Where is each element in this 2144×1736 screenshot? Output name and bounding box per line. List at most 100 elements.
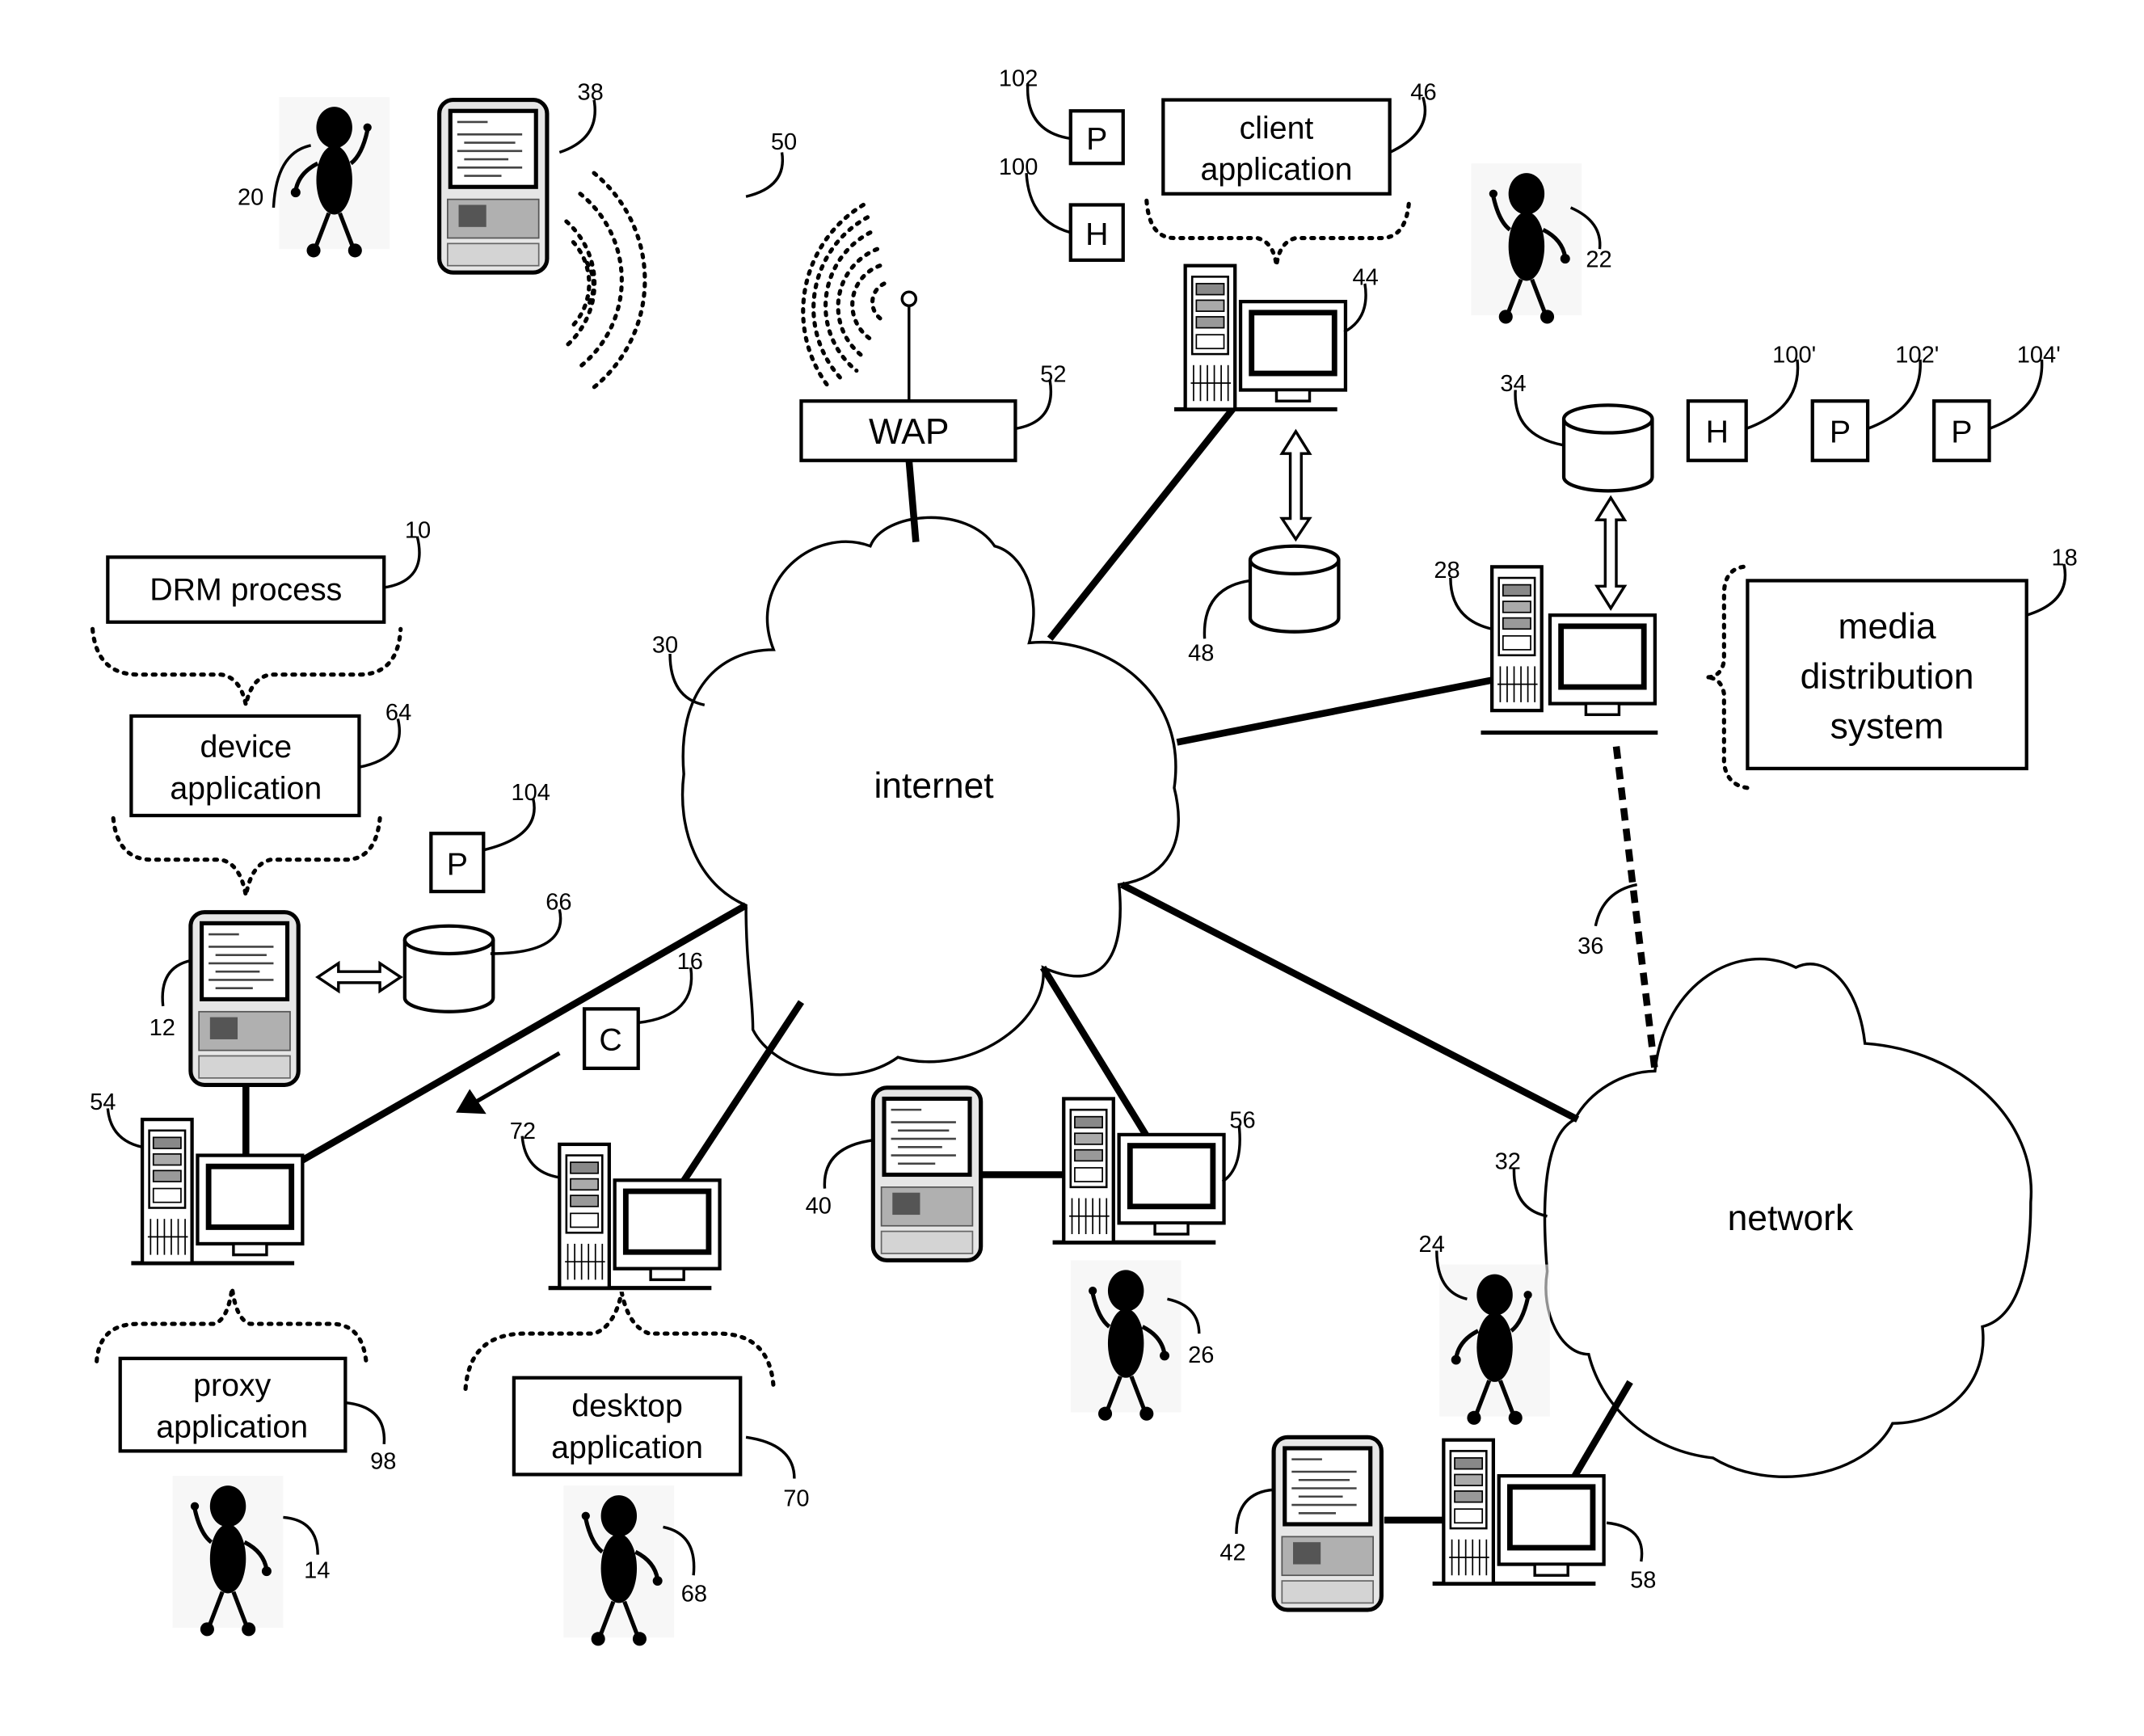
wap-label: WAP (869, 412, 950, 452)
h-letter: H (1706, 415, 1729, 450)
payload-p-104: P (429, 832, 486, 894)
user-24 (1439, 1265, 1550, 1425)
double-arrow-12-66 (315, 960, 403, 994)
ref-48: 48 (1188, 641, 1214, 667)
p-letter: P (1830, 415, 1851, 450)
link-internet-network (1120, 881, 1580, 1123)
ref-54: 54 (90, 1089, 116, 1115)
ref-102: 102 (999, 65, 1038, 91)
proxy-application-line1: proxy (193, 1367, 271, 1403)
computer-44 (1174, 266, 1346, 410)
ref-104-prime: 104' (2017, 342, 2061, 368)
ref-40: 40 (806, 1193, 832, 1219)
server-28 (1481, 567, 1657, 735)
ref-16: 16 (677, 949, 703, 975)
client-application-node: client application (1144, 98, 1412, 267)
portable-device-42 (1274, 1437, 1381, 1610)
device-application-line2: application (170, 771, 322, 807)
header-h-100-prime: H (1686, 399, 1748, 462)
wap-node: WAP (799, 399, 1017, 462)
portable-device-38 (440, 100, 547, 273)
ref-50: 50 (771, 129, 797, 155)
link-computer58-network (1572, 1380, 1633, 1478)
desktop-application-node: desktop application (463, 1291, 776, 1477)
ref-34: 34 (1500, 371, 1526, 397)
client-application-line1: client (1240, 110, 1314, 145)
ref-70: 70 (783, 1486, 809, 1512)
media-line3: system (1830, 706, 1944, 746)
device-application-line1: device (200, 729, 292, 765)
ref-12: 12 (150, 1015, 175, 1041)
ref-58: 58 (1630, 1568, 1656, 1594)
client-application-line2: application (1201, 152, 1353, 188)
ref-64: 64 (385, 700, 411, 726)
media-line2: distribution (1801, 657, 1974, 697)
ref-66: 66 (545, 889, 571, 915)
ref-38: 38 (578, 80, 604, 106)
database-48 (1250, 546, 1338, 632)
p-letter: P (1086, 121, 1107, 157)
network-label: network (1728, 1199, 1854, 1238)
p-letter: P (1951, 415, 1972, 450)
ref-30: 30 (652, 632, 678, 658)
ref-104: 104 (511, 780, 550, 806)
desktop-application-line1: desktop (571, 1388, 683, 1424)
ref-102-prime: 102' (1895, 342, 1939, 368)
media-line1: media (1839, 607, 1936, 647)
ref-68: 68 (681, 1582, 707, 1607)
ref-10: 10 (405, 517, 431, 543)
h-letter: H (1085, 217, 1108, 252)
ref-52: 52 (1040, 361, 1066, 387)
drm-process-label: DRM process (150, 571, 342, 607)
ref-26: 26 (1188, 1342, 1214, 1368)
wireless-signal-waves (564, 171, 887, 390)
drm-process-node: DRM process (90, 555, 403, 706)
link-internet-server28 (1176, 676, 1493, 746)
ref-24: 24 (1419, 1232, 1445, 1258)
drm-system-diagram: internet network WAP client application … (90, 65, 2078, 1736)
user-68 (563, 1485, 674, 1645)
database-66 (405, 926, 493, 1012)
ref-46: 46 (1410, 80, 1436, 106)
ref-42: 42 (1219, 1540, 1245, 1565)
ref-100-prime: 100' (1772, 342, 1816, 368)
payload-p-104-prime: P (1932, 399, 1991, 462)
header-h-100: H (1068, 203, 1125, 262)
ref-22: 22 (1586, 246, 1611, 272)
ref-100: 100 (999, 154, 1038, 180)
payload-p-102-prime: P (1810, 399, 1870, 462)
ref-56: 56 (1229, 1107, 1255, 1133)
ref-18: 18 (2051, 546, 2077, 571)
ref-44: 44 (1353, 265, 1379, 291)
internet-cloud: internet (680, 516, 1180, 1077)
double-arrow-44-48 (1279, 428, 1312, 542)
c-letter: C (599, 1022, 621, 1058)
proxy-application-line2: application (156, 1409, 308, 1444)
user-22 (1472, 163, 1582, 323)
ref-72: 72 (510, 1119, 536, 1144)
link-wap-internet (905, 460, 920, 542)
ref-14: 14 (304, 1558, 330, 1584)
p-letter: P (447, 847, 468, 883)
desktop-application-line2: application (551, 1430, 703, 1465)
ref-32: 32 (1495, 1149, 1521, 1175)
user-26 (1071, 1260, 1182, 1420)
device-application-node: device application (111, 714, 382, 896)
ref-36: 36 (1577, 933, 1603, 959)
portable-device-40 (873, 1088, 980, 1261)
link-server28-network-dashed (1612, 746, 1659, 1072)
computer-54 (131, 1119, 302, 1263)
user-20 (279, 97, 390, 257)
media-distribution-system-node: media distribution system (1705, 564, 2028, 790)
payload-p-102: P (1068, 109, 1125, 166)
antenna-tip (900, 290, 918, 307)
database-34 (1564, 405, 1652, 491)
proxy-application-node: proxy application (95, 1287, 369, 1453)
link-computer44-internet (1047, 406, 1236, 641)
ref-20: 20 (238, 184, 263, 210)
user-14 (173, 1476, 284, 1636)
portable-device-12 (191, 912, 298, 1085)
double-arrow-34-28 (1594, 495, 1628, 611)
computer-58 (1433, 1440, 1604, 1584)
ref-28: 28 (1434, 558, 1460, 584)
